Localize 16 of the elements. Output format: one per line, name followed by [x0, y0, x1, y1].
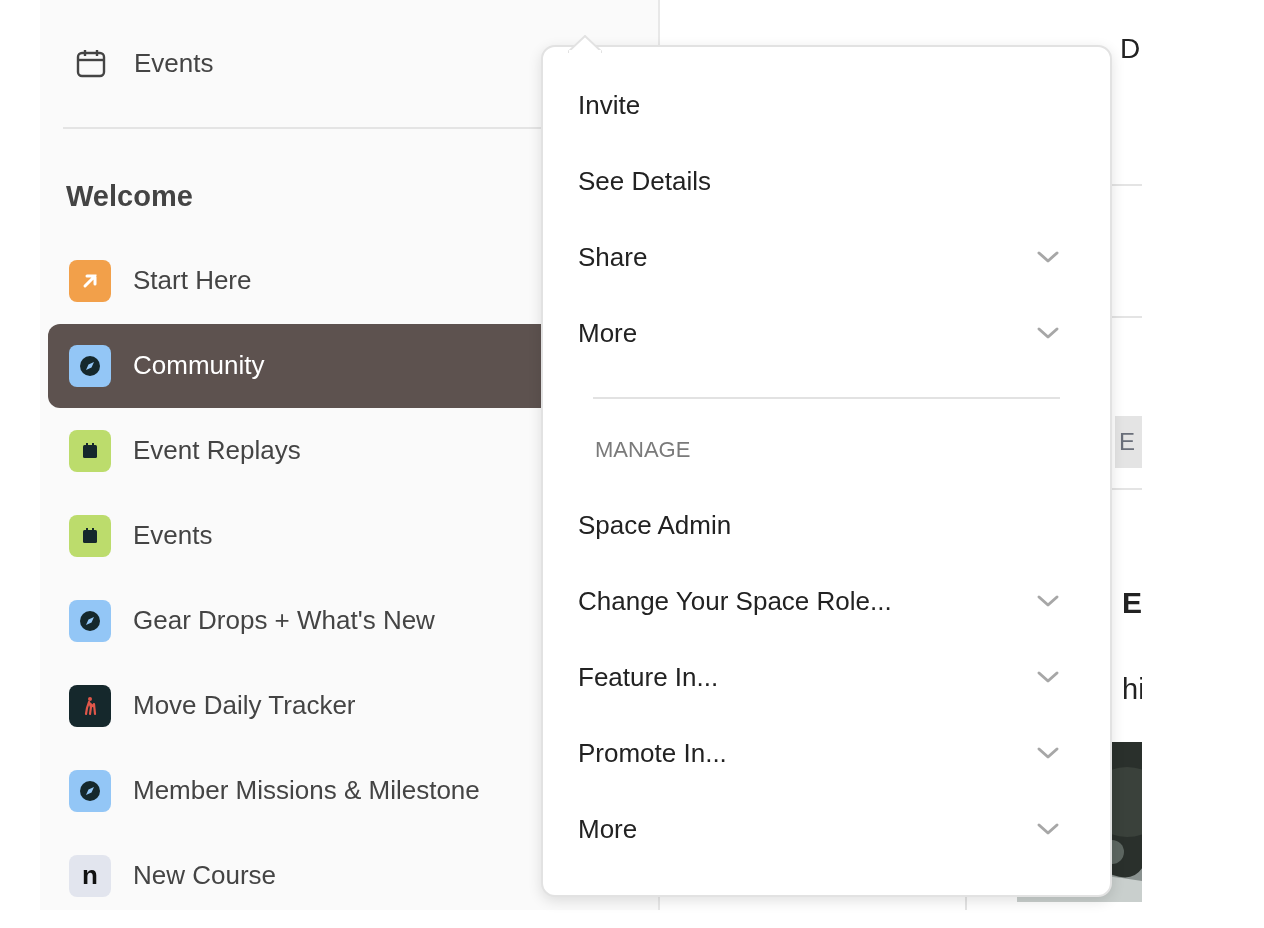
- chevron-down-icon: [1036, 249, 1060, 265]
- post-title: E: [1122, 585, 1142, 621]
- calendar-icon: [76, 48, 106, 78]
- chevron-down-icon: [1036, 593, 1060, 609]
- post-text: hi: [1122, 672, 1142, 707]
- tab[interactable]: D: [1120, 33, 1141, 64]
- link-label: Events: [134, 46, 214, 80]
- menu-section-title: MANAGE: [594, 435, 692, 464]
- chevron-down-icon: [1036, 745, 1060, 761]
- filter-chip[interactable]: E: [1115, 416, 1142, 468]
- chevron-down-icon: [1036, 325, 1060, 341]
- menu-item[interactable]: See Details: [543, 143, 1110, 219]
- chevron-down-icon: [1036, 821, 1060, 837]
- section-title: Welcome: [66, 179, 193, 214]
- chevron-down-icon: [1036, 669, 1060, 685]
- letter-icon: n: [69, 854, 111, 897]
